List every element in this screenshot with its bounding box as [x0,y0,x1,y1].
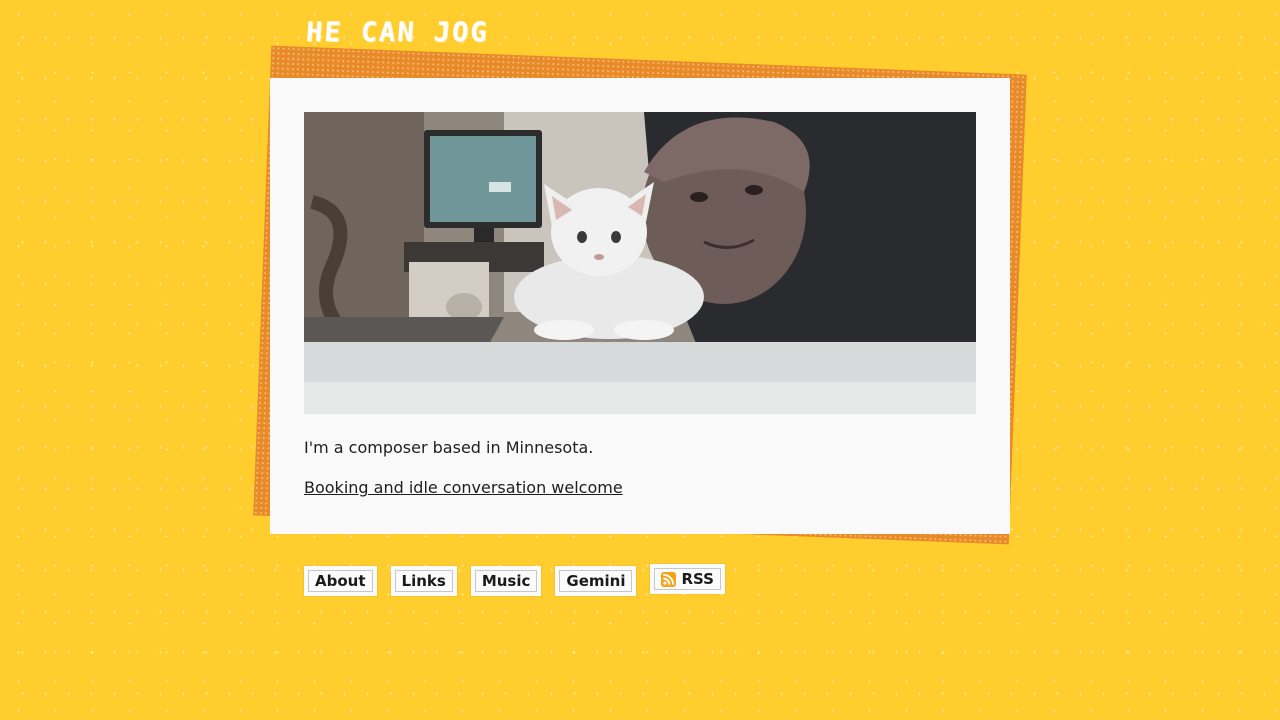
nav-music-button[interactable]: Music [470,566,542,596]
main-card: I'm a composer based in Minnesota. Booki… [270,78,1010,534]
nav-about-button[interactable]: About [304,566,377,596]
nav-gemini-button[interactable]: Gemini [555,566,637,596]
footer-nav: About Links Music Gemini RSS [304,564,725,596]
booking-link[interactable]: Booking and idle conversation welcome [304,478,623,498]
nav-links-button[interactable]: Links [390,566,457,596]
profile-photo [304,112,976,414]
nav-about-label: About [315,572,366,590]
nav-rss-button[interactable]: RSS [650,564,725,594]
nav-rss-label: RSS [681,570,714,588]
site-logo[interactable]: HE CAN JOG [301,14,502,50]
nav-gemini-label: Gemini [566,572,626,590]
nav-music-label: Music [481,572,531,590]
nav-links-label: Links [401,572,446,590]
intro-text: I'm a composer based in Minnesota. [304,438,594,457]
rss-icon [661,571,677,587]
